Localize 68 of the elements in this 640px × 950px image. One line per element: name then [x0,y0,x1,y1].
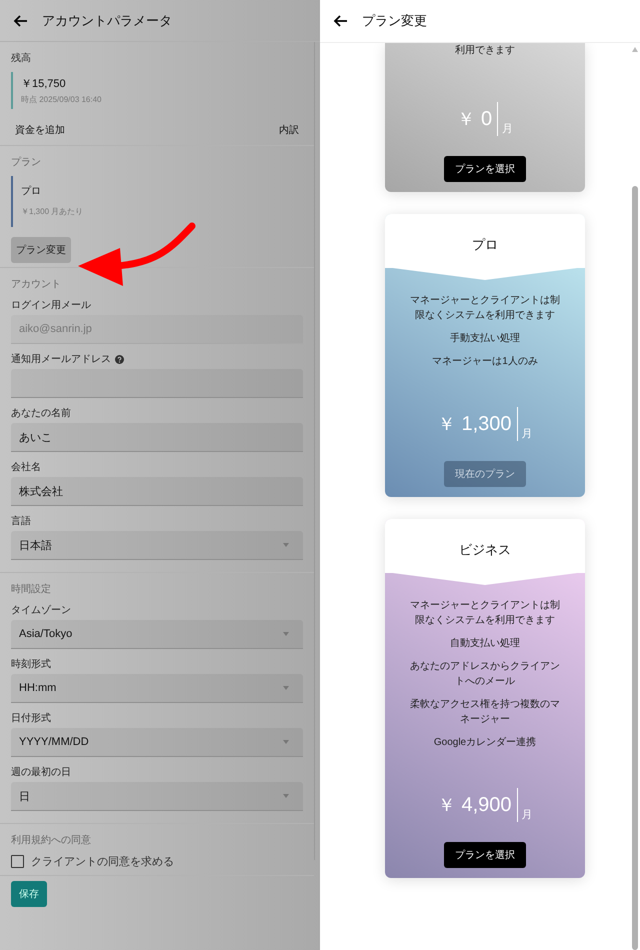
back-arrow-icon [332,13,348,29]
price-amount: 1,300 [461,407,518,441]
field-label: あなたの名前 [11,407,71,420]
select-field[interactable]: 日 [11,782,303,811]
section-heading: プラン [11,156,42,169]
select-field[interactable]: YYYY/MM/DD [11,728,303,757]
plan-name: プロ [471,236,499,254]
plan-feature: あなたのアドレスからクライアントへのメール [409,660,561,689]
select-plan-button[interactable]: プランを選択 [444,156,526,182]
field-label: 日付形式 [11,712,51,725]
add-funds-link[interactable]: 資金を追加 [15,123,65,137]
field-label: タイムゾーン [11,604,71,617]
select-plan-button[interactable]: プランを選択 [444,842,526,868]
dropdown-caret-icon [283,543,289,547]
help-icon [115,354,124,364]
back-arrow-icon [12,12,28,28]
change-plan-button[interactable]: プラン変更 [11,237,71,263]
price-amount: 4,900 [461,788,518,822]
section-heading: 利用規約への同意 [11,834,92,847]
field-label: 言語 [11,514,31,528]
price-amount: 0 [480,102,498,136]
select-field[interactable]: Asia/Tokyo [11,620,303,649]
field-label: 週の最初の日 [11,766,71,779]
field-label: 会社名 [11,460,41,474]
balance-amount: ￥15,750 [21,77,67,91]
save-button[interactable]: 保存 [11,881,47,907]
plan-price: ￥1,300 月あたり [21,206,84,217]
field-label: 通知用メールアドレス [11,352,111,366]
currency-symbol: ￥ [437,794,456,817]
checkbox-label: クライアントの同意を求める [31,855,174,869]
back-button[interactable] [332,13,348,29]
plan-feature: 利用できます [455,44,515,58]
currency-symbol: ￥ [437,413,456,436]
select-field[interactable]: 日本語 [11,531,303,560]
input-field[interactable]: 株式会社 [11,477,303,506]
drawer-title: プラン変更 [362,12,427,30]
checkbox[interactable] [11,855,24,868]
plan-feature: Googleカレンダー連携 [434,736,536,750]
back-button[interactable] [12,12,28,28]
dropdown-caret-icon [283,686,289,690]
dropdown-caret-icon [283,632,289,636]
input-field[interactable]: あいこ [11,423,303,452]
balance-date: 時点 2025/09/03 16:40 [21,94,103,105]
price-unit: 月 [502,122,514,136]
section-heading: アカウント [11,278,62,291]
plan-name: ビジネス [458,541,512,559]
page-title: アカウントパラメータ [42,12,172,30]
plan-feature: 柔軟なアクセス権を持つ複数のマネージャー [409,698,561,727]
input-field[interactable] [11,369,303,398]
scrollbar-thumb[interactable] [632,186,638,950]
scroll-up-icon [632,47,638,52]
field-label: 時刻形式 [11,658,51,671]
plan-feature: マネージャーとクライアントは制限なくシステムを利用できます [409,294,561,323]
section-heading: 残高 [11,52,32,65]
plan-feature: 手動支払い処理 [450,332,520,346]
dropdown-caret-icon [283,740,289,744]
currency-symbol: ￥ [456,108,475,131]
plan-feature: 自動支払い処理 [450,636,520,651]
breakdown-link[interactable]: 内訳 [279,123,299,137]
plan-feature: マネージャーは1人のみ [432,355,538,369]
field-label: ログイン用メール [11,299,91,312]
plan-feature: マネージャーとクライアントは制限なくシステムを利用できます [409,598,561,628]
plan-name: プロ [21,184,42,198]
price-unit: 月 [522,427,533,441]
price-unit: 月 [522,808,533,822]
dropdown-caret-icon [283,794,289,798]
section-heading: 時間設定 [11,582,52,596]
select-field[interactable]: HH:mm [11,674,303,703]
